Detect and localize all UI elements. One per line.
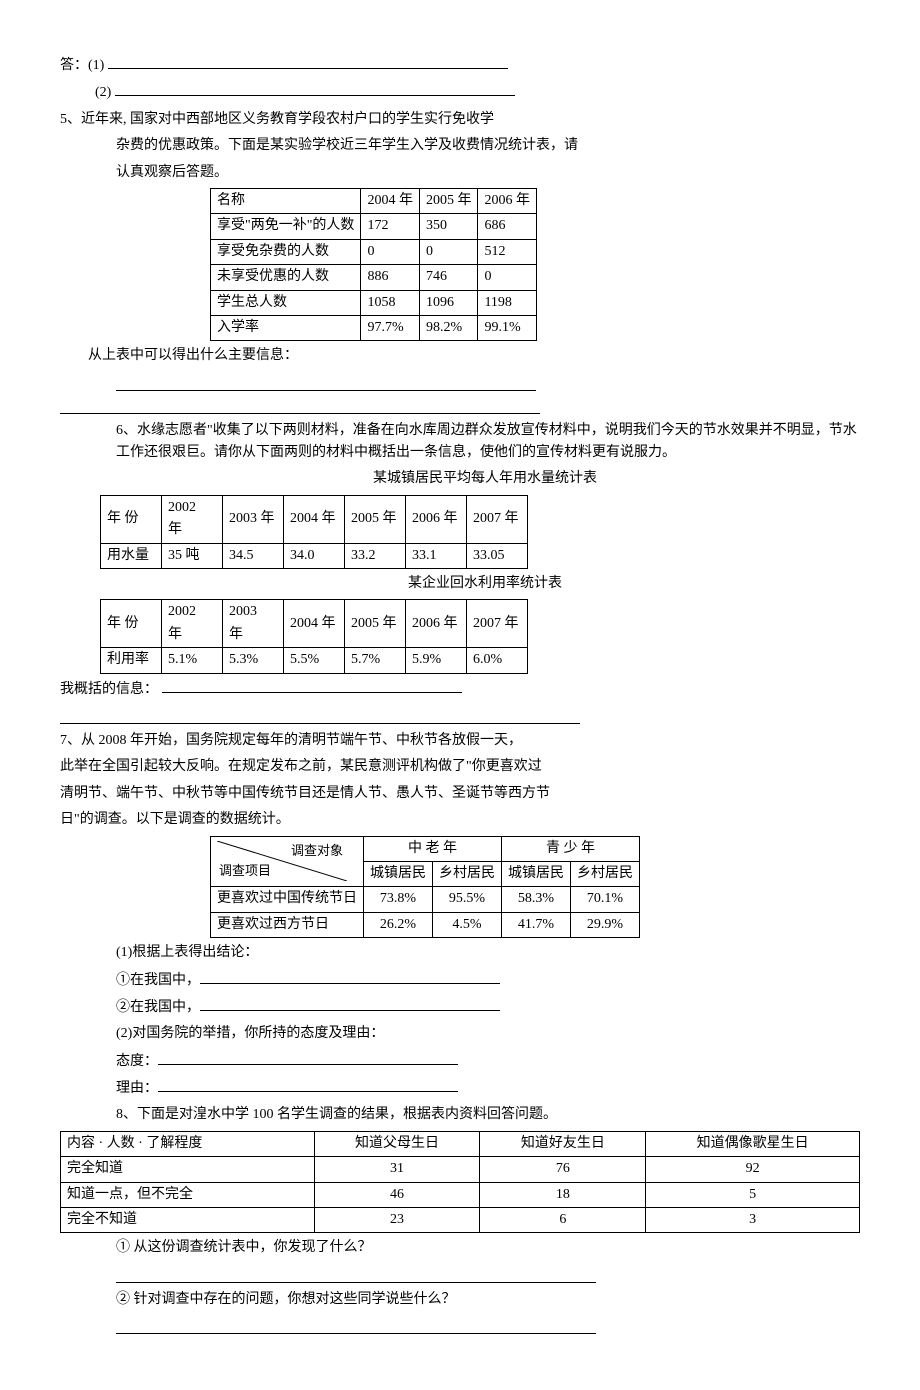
q7-p2a: 态度： xyxy=(60,1050,860,1073)
q7-p1: (1)根据上表得出结论： xyxy=(60,942,860,964)
table-row: 名称2004 年2005 年2006 年 xyxy=(211,188,537,213)
table-row: 调查对象 调查项目 中 老 年 青 少 年 xyxy=(211,836,640,861)
table-row: 完全不知道2363 xyxy=(61,1208,860,1233)
q8-q2: ② 针对调查中存在的问题，你想对这些同学说些什么？ xyxy=(60,1289,860,1311)
q8-q1: ① 从这份调查统计表中，你发现了什么？ xyxy=(60,1237,860,1259)
table-row: 享受"两免一补"的人数172350686 xyxy=(211,214,537,239)
q7-p1a: ①在我国中， xyxy=(60,969,860,992)
table-row: 知道一点，但不完全46185 xyxy=(61,1182,860,1207)
q7-p2b: 理由： xyxy=(60,1077,860,1100)
q8-table: 内容 · 人数 · 了解程度知道父母生日知道好友生日知道偶像歌星生日 完全知道3… xyxy=(60,1131,860,1234)
table-row: 享受免杂费的人数00512 xyxy=(211,239,537,264)
table-row: 完全知道317692 xyxy=(61,1157,860,1182)
q6-caption2: 某企业回水利用率统计表 xyxy=(110,573,860,595)
table-row: 用水量35 吨34.534.033.233.133.05 xyxy=(101,543,528,568)
table-row: 学生总人数105810961198 xyxy=(211,290,537,315)
q7-line1: 7、从 2008 年开始，国务院规定每年的清明节端午节、中秋节各放假一天， xyxy=(60,730,860,752)
q7-line3: 清明节、端午节、中秋节等中国传统节目还是情人节、愚人节、圣诞节等西方节 xyxy=(60,783,860,805)
q5-line3: 认真观察后答题。 xyxy=(60,162,860,184)
q5-table: 名称2004 年2005 年2006 年 享受"两免一补"的人数17235068… xyxy=(210,188,537,341)
q5-line2: 杂费的优惠政策。下面是某实验学校近三年学生入学及收费情况统计表，请 xyxy=(60,135,860,157)
q8-intro: 8、下面是对湟水中学 100 名学生调查的结果，根据表内资料回答问题。 xyxy=(60,1104,860,1126)
q7-line4: 日"的调查。以下是调查的数据统计。 xyxy=(60,809,860,831)
table-row: 利用率5.1%5.3%5.5%5.7%5.9%6.0% xyxy=(101,648,528,673)
answer-2-label: (2) xyxy=(60,81,860,104)
q7-p2: (2)对国务院的举措，你所持的态度及理由： xyxy=(60,1023,860,1045)
answer-line xyxy=(60,707,580,724)
answer-line xyxy=(116,1266,596,1283)
q7-line2: 此举在全国引起较大反响。在规定发布之前，某民意测评机构做了"你更喜欢过 xyxy=(60,756,860,778)
table-row: 年 份2002 年2003 年2004 年2005 年2006 年2007 年 xyxy=(101,495,528,543)
answer-line xyxy=(116,374,536,391)
table-row: 内容 · 人数 · 了解程度知道父母生日知道好友生日知道偶像歌星生日 xyxy=(61,1131,860,1156)
table-row: 更喜欢过西方节日26.2%4.5%41.7%29.9% xyxy=(211,912,640,937)
q5-line1: 5、近年来, 国家对中西部地区义务教育学段农村户口的学生实行免收学 xyxy=(60,109,860,131)
table-row: 更喜欢过中国传统节日73.8%95.5%58.3%70.1% xyxy=(211,887,640,912)
q6-caption1: 某城镇居民平均每人年用水量统计表 xyxy=(110,468,860,490)
answer-line xyxy=(60,397,540,414)
q6-prompt: 我概括的信息： xyxy=(60,678,860,701)
answer-1-label: 答：(1) xyxy=(60,54,860,77)
q7-p1b: ②在我国中， xyxy=(60,996,860,1019)
table-row: 未享受优惠的人数8867460 xyxy=(211,265,537,290)
answer-line xyxy=(116,1317,596,1334)
table-row: 入学率97.7%98.2%99.1% xyxy=(211,315,537,340)
q6-table1: 年 份2002 年2003 年2004 年2005 年2006 年2007 年 … xyxy=(100,495,528,569)
diagonal-header: 调查对象 调查项目 xyxy=(217,841,347,881)
q6-table2: 年 份2002 年2003 年2004 年2005 年2006 年2007 年 … xyxy=(100,599,528,673)
table-row: 年 份2002 年2003 年2004 年2005 年2006 年2007 年 xyxy=(101,600,528,648)
q5-prompt: 从上表中可以得出什么主要信息： xyxy=(60,345,860,367)
q7-table: 调查对象 调查项目 中 老 年 青 少 年 城镇居民乡村居民城镇居民乡村居民 更… xyxy=(210,836,640,939)
q6-intro: 6、水缘志愿者"收集了以下两则材料，准备在向水库周边群众发放宣传材料中，说明我们… xyxy=(60,420,860,465)
